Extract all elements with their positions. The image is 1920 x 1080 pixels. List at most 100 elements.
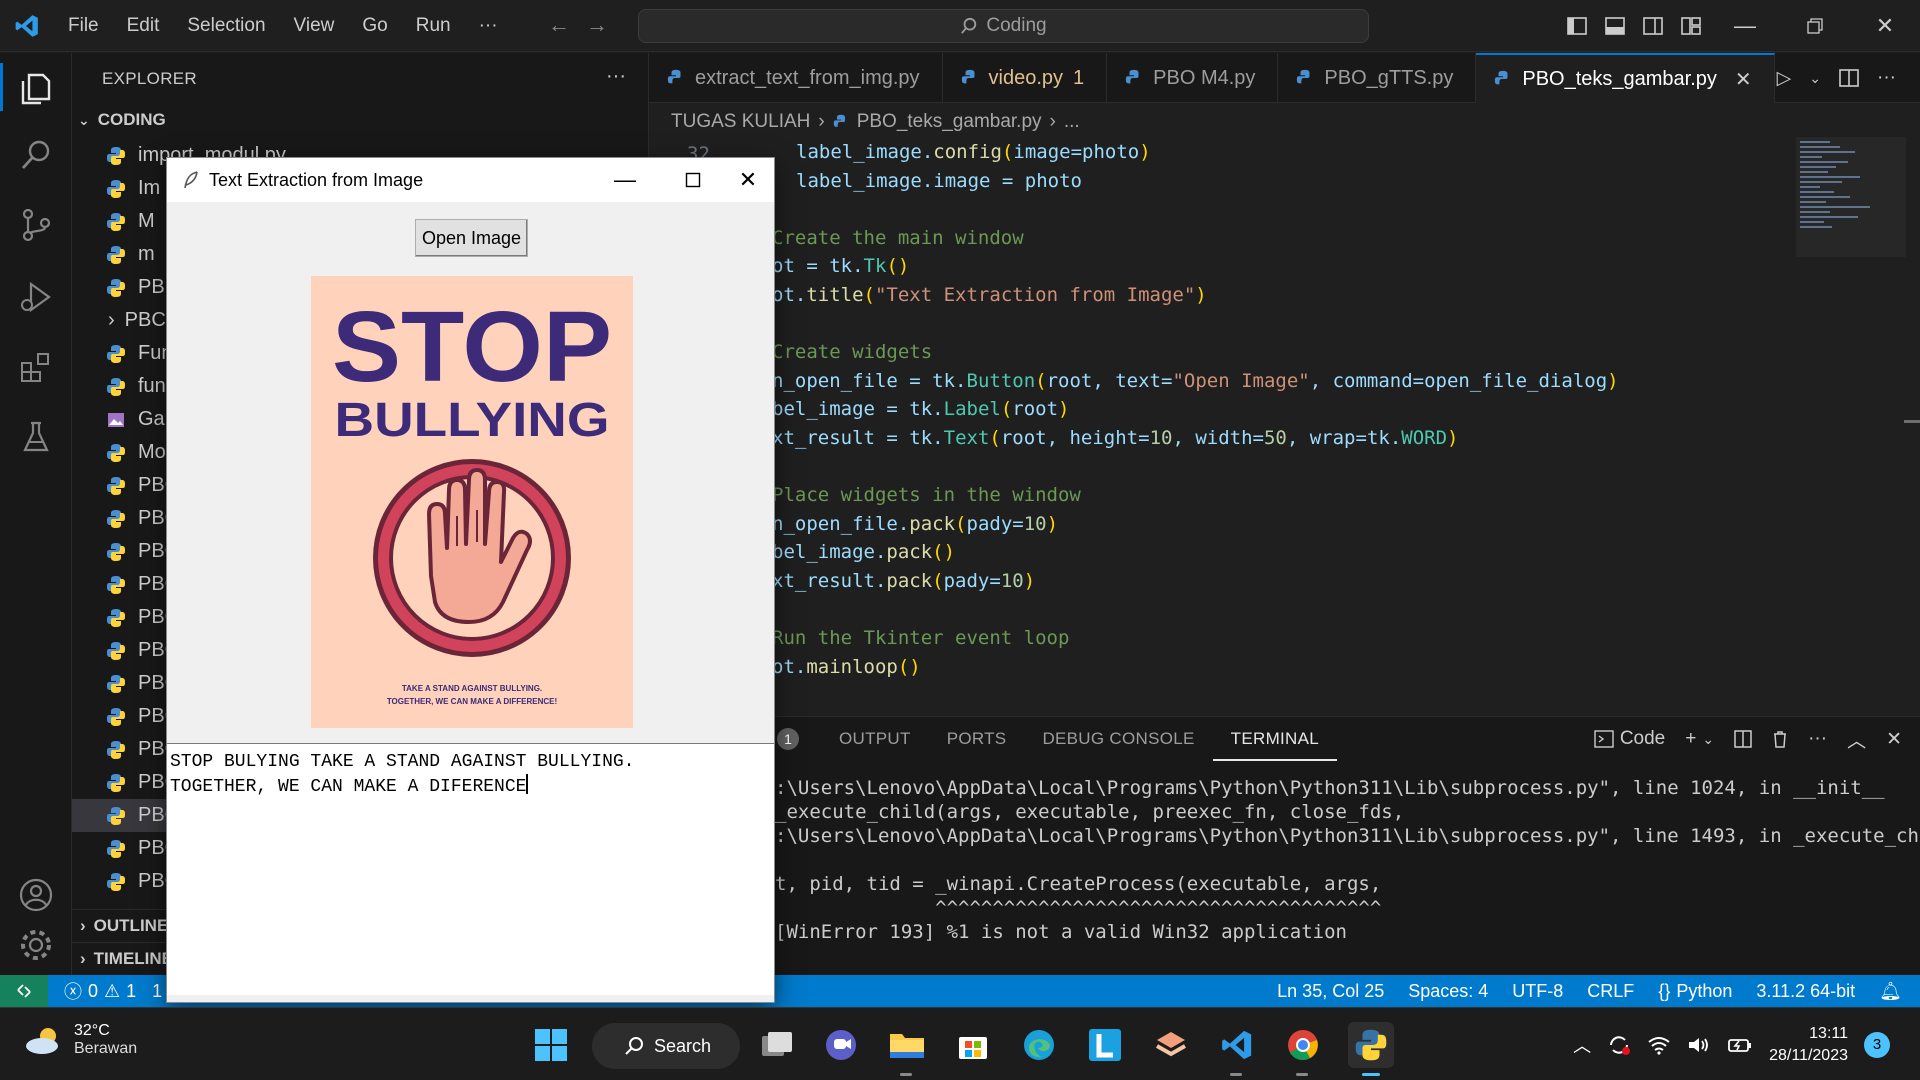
- tk-minimize-button[interactable]: —: [597, 158, 653, 202]
- menu-go[interactable]: Go: [348, 0, 401, 52]
- tab-extract-text-from-img[interactable]: extract_text_from_img.py: [649, 53, 943, 103]
- tk-maximize-button[interactable]: [665, 158, 721, 202]
- trash-icon[interactable]: [1772, 730, 1788, 748]
- remote-indicator-icon[interactable]: [0, 975, 48, 1007]
- python-file-icon: [1126, 69, 1139, 84]
- minimize-button[interactable]: —: [1710, 0, 1780, 52]
- terminal-output[interactable]: :\Users\Lenovo\AppData\Local\Programs\Py…: [775, 777, 1920, 945]
- language-mode[interactable]: {} Python: [1658, 981, 1732, 1002]
- toggle-panel-icon[interactable]: [1596, 0, 1634, 52]
- tab-output[interactable]: OUTPUT: [821, 717, 929, 761]
- python-interpreter[interactable]: 3.11.2 64-bit: [1756, 981, 1855, 1002]
- wifi-icon[interactable]: [1647, 1035, 1671, 1055]
- new-terminal-icon[interactable]: +: [1685, 728, 1696, 750]
- minimap[interactable]: [1796, 137, 1906, 257]
- problems-badge[interactable]: 1: [777, 728, 799, 750]
- breadcrumb-file[interactable]: PBO_teks_gambar.py: [857, 111, 1042, 133]
- sync-icon[interactable]: [1607, 1033, 1631, 1057]
- menu-file[interactable]: File: [54, 0, 113, 52]
- menu-more[interactable]: ···: [465, 0, 512, 52]
- search-icon[interactable]: [0, 125, 72, 185]
- chevron-down-icon: ⌄: [78, 111, 90, 128]
- menu-selection[interactable]: Selection: [173, 0, 279, 52]
- code-editor[interactable]: label_image.config(image=photo) label_ima…: [772, 141, 1792, 716]
- command-center-search[interactable]: Coding: [638, 9, 1369, 43]
- more-actions-icon[interactable]: ···: [1808, 728, 1827, 750]
- teams-chat-icon[interactable]: [818, 1022, 864, 1068]
- maximize-panel-icon[interactable]: ︿: [1847, 726, 1866, 753]
- tab-ports[interactable]: PORTS: [929, 717, 1025, 761]
- chevron-down-icon[interactable]: ⌄: [1702, 731, 1714, 748]
- forward-arrow-icon[interactable]: →: [586, 12, 608, 38]
- toggle-sidebar-icon[interactable]: [1558, 0, 1596, 52]
- restore-button[interactable]: [1780, 0, 1850, 52]
- system-clock[interactable]: 13:11 28/11/2023: [1769, 1023, 1848, 1067]
- menu-run[interactable]: Run: [402, 0, 465, 52]
- chevron-up-icon[interactable]: ︿: [1573, 1032, 1591, 1058]
- indentation[interactable]: Spaces: 4: [1408, 981, 1488, 1002]
- taskbar-search[interactable]: Search: [592, 1023, 740, 1069]
- edge-browser-icon[interactable]: [1016, 1022, 1062, 1068]
- python-app-icon[interactable]: [1348, 1022, 1394, 1076]
- info-count[interactable]: 1: [152, 981, 162, 1002]
- back-arrow-icon[interactable]: ←: [548, 12, 570, 38]
- code-line: xt_result = tk.Text(root, height=10, wid…: [772, 426, 1459, 449]
- encoding[interactable]: UTF-8: [1512, 981, 1563, 1002]
- close-button[interactable]: ✕: [1850, 0, 1920, 52]
- run-file-icon[interactable]: ▷: [1777, 67, 1792, 90]
- problems-indicator[interactable]: ⓧ 0 ⚠ 1: [64, 978, 136, 1004]
- tab-pbo-teks-gambar[interactable]: PBO_teks_gambar.py ✕: [1476, 53, 1775, 103]
- tk-close-button[interactable]: ✕: [720, 158, 776, 202]
- tab-pbo-gtts[interactable]: PBO_gTTS.py: [1278, 53, 1477, 103]
- volume-icon[interactable]: [1687, 1035, 1711, 1055]
- chrome-icon[interactable]: [1280, 1022, 1326, 1076]
- open-image-button[interactable]: Open Image: [415, 219, 528, 257]
- code-line: n_open_file.pack(pady=10): [772, 512, 1059, 535]
- more-actions-icon[interactable]: ···: [1877, 67, 1896, 89]
- editor-scrollbar[interactable]: [1904, 420, 1920, 423]
- python-file-icon: [107, 476, 125, 495]
- notification-count-badge[interactable]: 3: [1864, 1031, 1890, 1058]
- breadcrumb-folder[interactable]: TUGAS KULIAH: [671, 111, 810, 133]
- terminal-shell-selector[interactable]: Code: [1594, 728, 1665, 750]
- vscode-taskbar-icon[interactable]: [1214, 1022, 1260, 1076]
- breadcrumb-more[interactable]: ...: [1064, 111, 1080, 133]
- settings-gear-icon[interactable]: [0, 915, 72, 975]
- menu-edit[interactable]: Edit: [113, 0, 174, 52]
- battery-icon[interactable]: [1727, 1035, 1753, 1055]
- toggle-secondary-sidebar-icon[interactable]: [1634, 0, 1672, 52]
- split-terminal-icon[interactable]: [1734, 730, 1752, 748]
- tab-video[interactable]: video.py 1: [943, 53, 1108, 103]
- poster-title: STOP: [332, 291, 612, 403]
- microsoft-store-icon[interactable]: [950, 1022, 996, 1068]
- tab-debug-console[interactable]: DEBUG CONSOLE: [1024, 717, 1212, 761]
- notifications-bell-icon[interactable]: 🔔︎: [1879, 981, 1902, 1002]
- tab-pbo-m4[interactable]: PBO M4.py: [1107, 53, 1279, 103]
- task-view-icon[interactable]: [754, 1022, 800, 1068]
- file-explorer-icon[interactable]: [884, 1022, 930, 1076]
- python-file-icon: [107, 839, 125, 858]
- extensions-icon[interactable]: [0, 337, 72, 397]
- close-tab-icon[interactable]: ✕: [1735, 67, 1752, 92]
- explorer-icon[interactable]: [0, 57, 72, 117]
- layers-app-icon[interactable]: [1148, 1022, 1194, 1068]
- testing-icon[interactable]: [0, 407, 72, 467]
- run-debug-icon[interactable]: [0, 267, 72, 327]
- weather-widget[interactable]: 32°C Berawan: [24, 1022, 137, 1058]
- l-app-icon[interactable]: [1082, 1022, 1128, 1068]
- more-actions-icon[interactable]: ···: [606, 65, 626, 88]
- windows-start-icon[interactable]: [528, 1022, 574, 1068]
- cursor-position[interactable]: Ln 35, Col 25: [1277, 981, 1384, 1002]
- chevron-down-icon[interactable]: ⌄: [1809, 70, 1821, 87]
- tab-terminal[interactable]: TERMINAL: [1212, 717, 1338, 761]
- extracted-text-box[interactable]: STOP BULYING TAKE A STAND AGAINST BULLYI…: [167, 743, 774, 995]
- end-of-line[interactable]: CRLF: [1587, 981, 1634, 1002]
- close-panel-icon[interactable]: ✕: [1886, 728, 1902, 751]
- poster-caption-line1: TAKE A STAND AGAINST BULLYING.: [402, 684, 542, 693]
- workspace-folder[interactable]: ⌄ CODING: [72, 105, 648, 135]
- customize-layout-icon[interactable]: [1672, 0, 1710, 52]
- menu-view[interactable]: View: [280, 0, 349, 52]
- source-control-icon[interactable]: [0, 195, 72, 255]
- chevron-right-icon: ›: [80, 949, 86, 968]
- split-editor-icon[interactable]: [1839, 69, 1859, 87]
